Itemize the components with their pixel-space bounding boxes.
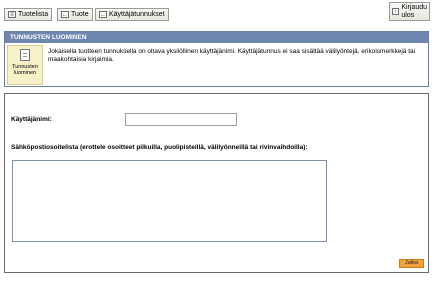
info-icon-label: Tunnusten luominen [12, 64, 38, 76]
emails-textarea[interactable] [12, 160, 327, 242]
logout-label: Kirjaudu ulos [401, 3, 427, 19]
info-panel-title: TUNNUSTEN LUOMINEN [5, 32, 428, 43]
username-label: Käyttäjänimi: [11, 116, 52, 123]
info-panel: TUNNUSTEN LUOMINEN Tunnusten luominen Jo… [4, 31, 429, 87]
up-arrow-icon: ↑ [392, 8, 400, 15]
list-icon: ≡ [8, 11, 16, 18]
product-list-button[interactable]: ≡ Tuotelista [4, 8, 53, 21]
form-panel: Käyttäjänimi: Sähköpostiosoitelista (ero… [4, 93, 429, 273]
username-input[interactable] [125, 113, 237, 126]
back-arrow-icon: ← [61, 11, 69, 18]
info-text: Jokaisella tuotteen tunnuksella on oltav… [48, 48, 416, 63]
back-arrow-icon: ← [99, 11, 107, 18]
product-label: Tuote [71, 11, 89, 18]
continue-button[interactable]: Jatka [399, 259, 424, 268]
product-list-label: Tuotelista [18, 11, 49, 18]
info-icon-box: Tunnusten luominen [7, 45, 43, 85]
document-icon [20, 49, 30, 61]
user-ids-label: Käyttäjätunnukset [109, 11, 165, 18]
logout-button[interactable]: ↑ Kirjaudu ulos [389, 2, 430, 21]
user-ids-button[interactable]: ← Käyttäjätunnukset [95, 8, 169, 21]
emails-label: Sähköpostiosoitelista (erottele osoittee… [11, 144, 308, 151]
product-button[interactable]: ← Tuote [57, 8, 93, 21]
